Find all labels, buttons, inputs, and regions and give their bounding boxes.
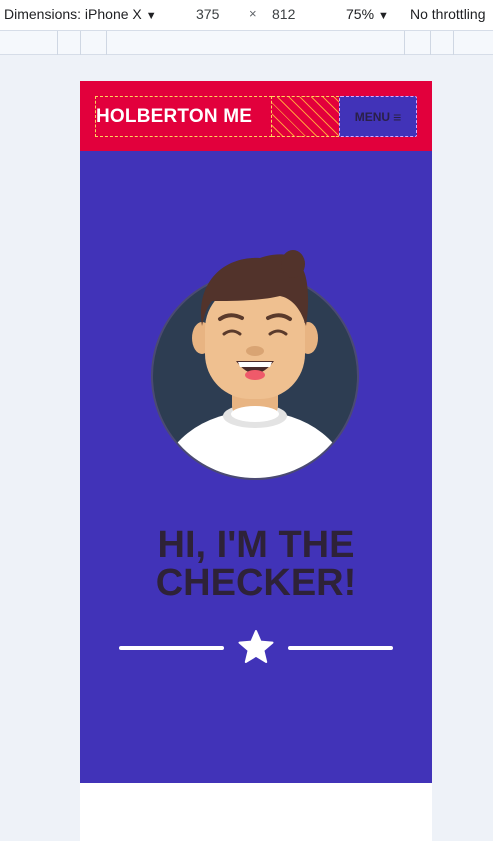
ruler-tick	[453, 31, 454, 55]
media-query-ruler	[0, 31, 493, 55]
ruler-tick	[404, 31, 405, 55]
hero-title-line2: CHECKER!	[155, 562, 357, 604]
avatar	[151, 250, 359, 480]
ruler-tick	[430, 31, 431, 55]
devtools-toolbar: Dimensions: iPhone X ▼ 375 × 812 75% ▼ No …	[0, 0, 493, 31]
device-select[interactable]: Dimensions: iPhone X ▼	[4, 6, 157, 22]
hamburger-icon: ≡	[393, 108, 402, 125]
throttling-select[interactable]: No throttling	[410, 6, 485, 22]
width-input[interactable]: 375	[196, 6, 219, 22]
hero-title: HI, I'M THE CHECKER!	[80, 526, 432, 602]
device-viewport: HOLBERTON ME MENU ≡ HI, I'M THE CHECKER!	[80, 81, 432, 841]
menu-label: MENU	[354, 109, 391, 124]
ruler-tick	[106, 31, 107, 55]
site-logo[interactable]: HOLBERTON ME	[95, 96, 272, 137]
divider-line-left	[119, 646, 224, 650]
menu-button[interactable]: MENU ≡	[339, 96, 417, 137]
ruler-tick	[80, 31, 81, 55]
zoom-label: 75%	[346, 6, 375, 22]
dimension-separator: ×	[249, 6, 257, 21]
divider-line-right	[288, 646, 393, 650]
site-header: HOLBERTON ME MENU ≡	[80, 81, 432, 151]
device-label: Dimensions: iPhone X	[4, 6, 142, 22]
chevron-down-icon: ▼	[145, 10, 157, 22]
chevron-down-icon: ▼	[378, 10, 389, 22]
ruler-tick	[57, 31, 58, 55]
height-input[interactable]: 812	[272, 6, 295, 22]
hero-section: HI, I'M THE CHECKER!	[80, 151, 432, 783]
zoom-select[interactable]: 75% ▼	[346, 6, 389, 22]
header-decoration	[272, 96, 339, 137]
star-icon	[238, 630, 274, 663]
hero-title-line1: HI, I'M THE	[157, 524, 355, 566]
